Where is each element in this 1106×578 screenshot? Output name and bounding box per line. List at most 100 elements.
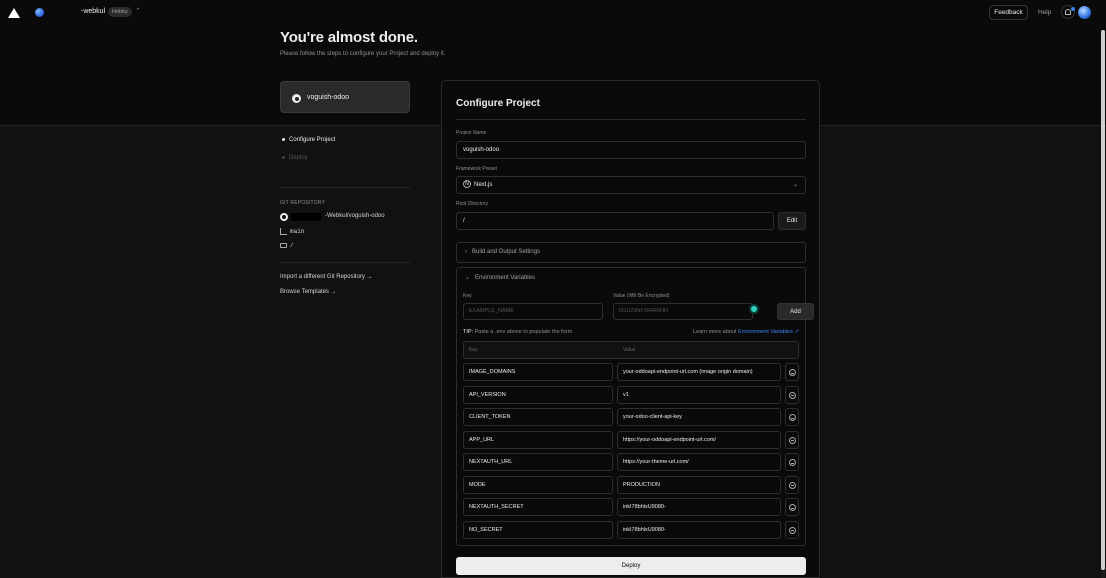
minus-circle-icon [789,391,796,399]
bell-icon [1065,9,1071,15]
minus-circle-icon [789,481,796,489]
env-var-value[interactable]: PRODUCTION [617,475,781,494]
remove-env-var-button[interactable] [785,363,799,381]
step-label: Configure Project [289,137,336,143]
deploy-button[interactable]: Deploy [456,557,806,575]
notifications-button[interactable] [1061,5,1075,19]
table-row: CLIENT_TOKEN your-odoo-client-api-key [463,408,813,426]
github-icon [280,213,288,221]
minus-circle-icon [789,504,796,511]
step-label: Deploy [289,155,308,161]
env-tip: TIP: Paste a .env above to populate the … [463,329,572,335]
git-repo-row[interactable]: -Webkul/voguish-odoo [280,213,410,222]
env-table-value-header: Value [623,347,636,353]
env-var-value[interactable]: your-odoo-client-api-key [617,408,781,426]
git-repository-label: GIT REPOSITORY [280,200,326,206]
minus-circle-icon [789,369,796,376]
remove-env-var-button[interactable] [785,498,799,516]
env-var-key[interactable]: APP_URL [463,430,613,449]
divider [280,187,410,188]
build-output-settings-toggle[interactable]: › Build and Output Settings [456,242,806,263]
env-var-value[interactable]: v1 [617,385,781,404]
import-git-repo-link[interactable]: Import a different Git Repository → [280,274,373,280]
add-env-var-button[interactable]: Add [777,303,814,320]
step-configure-project: Configure Project [282,137,335,143]
vercel-logo-icon[interactable] [8,8,20,18]
remove-env-var-button[interactable] [785,430,799,449]
redacted-owner [291,213,321,221]
scrollbar-thumb[interactable] [1101,30,1105,570]
tip-prefix: TIP: [463,329,474,335]
git-branch-row: main [280,228,304,235]
user-avatar[interactable] [1078,6,1091,19]
env-table-header: Key Value [463,341,799,359]
git-branch-name: main [290,228,305,236]
environment-variables-label: Environment Variables [475,275,535,281]
tip-text: Paste a .env above to populate the form [474,329,573,335]
assistant-bubble-icon[interactable] [749,304,759,314]
env-value-label: Value (Will Be Encrypted) [613,293,670,299]
env-var-key[interactable]: NO_SECRET [463,520,613,539]
env-value-input[interactable]: I9JU23NF394R6HH [613,303,753,320]
table-row: NEXTAUTH_URL https://your-theme-url.com/ [463,453,813,471]
env-var-key[interactable]: NEXTAUTH_SECRET [463,498,613,516]
root-directory-input[interactable]: / [456,212,774,230]
env-var-key[interactable]: IMAGE_DOMAINS [463,363,613,381]
env-var-key[interactable]: API_VERSION [463,385,613,404]
remove-env-var-button[interactable] [785,453,799,471]
help-link[interactable]: Help [1038,9,1051,16]
remove-env-var-button[interactable] [785,385,799,404]
chevron-down-icon: ⌄ [792,182,798,188]
minus-circle-icon [789,436,796,444]
build-output-settings-header: › Build and Output Settings [465,249,540,255]
notification-dot [1071,7,1075,11]
team-name[interactable]: -webkul [81,8,105,15]
env-var-value[interactable]: inkI78bhlxU9080- [617,498,781,516]
environment-variables-header[interactable]: ⌄ Environment Variables [465,274,535,281]
framework-preset-label: Framework Preset [456,166,497,172]
top-navigation: -webkul Hobby ⌃ Feedback Help [0,0,1106,26]
root-directory-label: Root Directory [456,201,488,207]
configure-project-panel: Configure Project Project Name voguish-o… [441,80,820,578]
minus-circle-icon [789,459,796,466]
feedback-button[interactable]: Feedback [989,5,1028,20]
browse-templates-link[interactable]: Browse Templates → [280,289,337,295]
page-title: You're almost done. [280,29,418,46]
team-avatar[interactable] [35,8,44,17]
git-directory-row: / [280,242,294,249]
git-repo-name: -Webkul/voguish-odoo [325,213,385,219]
repo-card: voguish-odoo [280,81,410,113]
remove-env-var-button[interactable] [785,408,799,426]
folder-icon [280,242,287,248]
chevron-right-icon: › [465,249,467,255]
step-inactive-dot [282,155,285,159]
table-row: NEXTAUTH_SECRET inkI78bhlxU9080- [463,498,813,516]
github-icon [292,94,301,103]
remove-env-var-button[interactable] [785,520,799,539]
team-switcher-chevron-icon[interactable]: ⌃ [135,7,141,15]
env-var-key[interactable]: MODE [463,475,613,494]
divider [456,119,806,120]
env-var-value[interactable]: inkI78bhlxU9080- [617,520,781,539]
table-row: NO_SECRET inkI78bhlxU9080- [463,520,813,539]
page-subtitle: Please follow the steps to configure you… [280,51,446,57]
build-output-settings-label: Build and Output Settings [472,249,541,255]
minus-circle-icon [789,526,796,534]
table-row: API_VERSION v1 [463,385,813,404]
project-name-input[interactable]: voguish-odoo [456,141,806,159]
environment-variables-section: ⌄ Environment Variables Key Value (Will B… [456,267,814,546]
edit-root-directory-button[interactable]: Edit [778,212,806,230]
env-var-value[interactable]: your-oddoapi-endpoint-url.com (image ori… [617,363,781,381]
remove-env-var-button[interactable] [785,475,799,494]
learn-more-text: Learn more about Environment Variables ↗ [693,329,799,335]
git-branch-icon [280,228,287,235]
env-var-key[interactable]: CLIENT_TOKEN [463,408,613,426]
git-directory: / [290,242,294,249]
env-key-input[interactable]: EXAMPLE_NAME [463,303,603,320]
env-var-value[interactable]: https://your-theme-url.com/ [617,453,781,471]
env-vars-docs-link[interactable]: Environment Variables ↗ [738,329,799,335]
env-key-label: Key [463,293,472,299]
env-var-value[interactable]: https://your-oddoapi-endpoint-url.com/ [617,430,781,449]
env-var-key[interactable]: NEXTAUTH_URL [463,453,613,471]
framework-preset-select[interactable]: N Next.js ⌄ [456,176,806,194]
